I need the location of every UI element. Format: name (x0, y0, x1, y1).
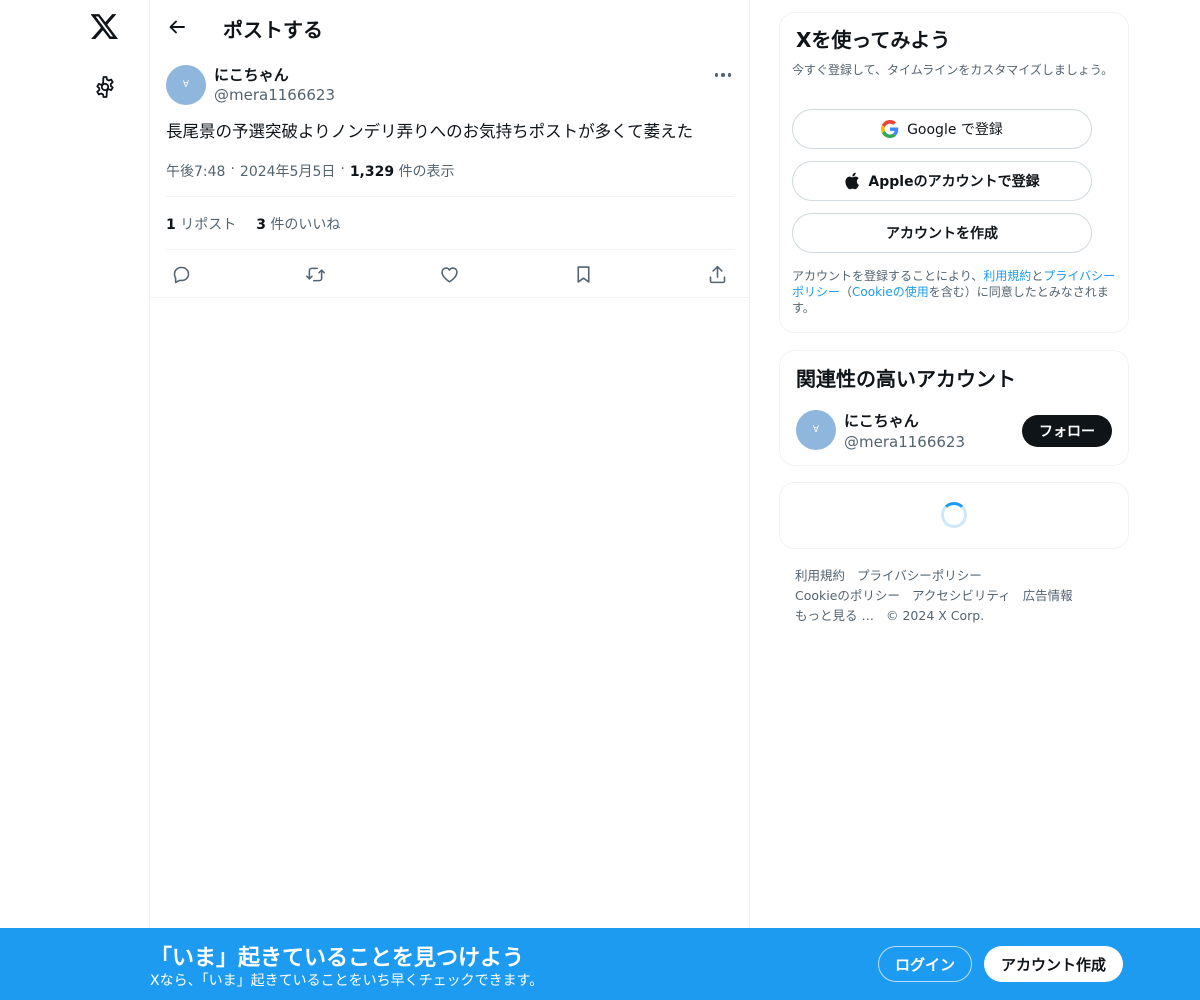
avatar[interactable]: ∀ (166, 65, 206, 105)
x-logo-icon[interactable] (80, 2, 130, 52)
banner-subtitle: Xなら、「いま」起きていることをいち早くチェックできます。 (150, 973, 544, 989)
arrow-left-icon (169, 20, 185, 34)
relevant-accounts-card: 関連性の高いアカウント ∀ にこちゃん @mera1166623 フォロー (779, 350, 1129, 466)
repost-button[interactable] (296, 255, 334, 293)
relevant-accounts-title: 関連性の高いアカウント (796, 367, 1016, 391)
divider (150, 297, 750, 298)
post-date[interactable]: 2024年5月5日 (240, 161, 335, 181)
footer-links: 利用規約 プライバシーポリシー Cookieのポリシー アクセシビリティ 広告情報 も… (795, 566, 1115, 626)
apple-logo-icon (845, 172, 860, 190)
post-time[interactable]: 午後7:48 (166, 161, 225, 181)
google-logo-icon (881, 120, 899, 138)
more-options-button[interactable] (706, 62, 740, 88)
legal-text: アカウントを登録することにより、利用規約とプライバシーポリシー（Cookieの使… (792, 268, 1122, 316)
meta-separator: · (230, 161, 235, 177)
gear-icon[interactable] (80, 62, 130, 112)
repost-icon (305, 267, 325, 281)
google-signup-label: Google で登録 (907, 122, 1003, 138)
reply-button[interactable] (162, 255, 200, 293)
terms-link[interactable]: 利用規約 (983, 269, 1031, 283)
signup-card-description: 今すぐ登録して、タイムラインをカスタマイズしましょう。 (792, 63, 1114, 77)
footer-link-accessibility[interactable]: アクセシビリティ (912, 588, 1011, 603)
avatar[interactable]: ∀ (796, 410, 836, 450)
legal-text-part: （ (840, 285, 853, 299)
divider (166, 249, 734, 250)
footer-link-more[interactable]: もっと見る … (795, 608, 874, 623)
legal-text-part: アカウントを登録することにより、 (792, 269, 984, 283)
main-column: ポストする ∀ にこちゃん @mera1166623 長尾景の予選突破よりノンデ… (149, 0, 750, 1000)
account-handle[interactable]: @mera1166623 (844, 433, 965, 451)
bookmark-icon (576, 265, 590, 283)
avatar-mark: ∀ (182, 80, 190, 90)
likes-label: 件のいいね (270, 217, 341, 233)
like-button[interactable] (430, 255, 468, 293)
page-title: ポストする (223, 18, 323, 42)
reposts-stat[interactable]: 1 リポスト (166, 214, 236, 234)
like-icon (440, 266, 458, 283)
footer-link-ads[interactable]: 広告情報 (1023, 588, 1073, 603)
signup-card-title: Xを使ってみよう (796, 28, 951, 52)
share-icon (709, 265, 725, 283)
account-name[interactable]: にこちゃん (844, 410, 919, 431)
create-account-label: アカウントを作成 (886, 226, 998, 242)
signup-card: Xを使ってみよう 今すぐ登録して、タイムラインをカスタマイズしましょう。 Goo… (779, 12, 1129, 333)
divider (166, 196, 734, 197)
loading-spinner-icon (941, 502, 967, 528)
author-handle[interactable]: @mera1166623 (214, 86, 335, 104)
signup-banner: 「いま」起きていることを見つけよう Xなら、「いま」起きていることをいち早くチェ… (0, 928, 1200, 1000)
signup-button[interactable]: アカウント作成 (984, 946, 1123, 982)
views-count: 1,329 件の表示 (350, 161, 455, 181)
apple-signup-label: Appleのアカウントで登録 (868, 174, 1040, 190)
more-dot-icon (721, 73, 725, 77)
legal-text-part: と (1031, 269, 1044, 283)
create-account-button[interactable]: アカウントを作成 (792, 213, 1092, 253)
more-dot-icon (714, 73, 719, 77)
banner-title: 「いま」起きていることを見つけよう (150, 946, 525, 971)
footer-link-privacy[interactable]: プライバシーポリシー (857, 568, 982, 583)
apple-signup-button[interactable]: Appleのアカウントで登録 (792, 161, 1092, 201)
reposts-count: 1 (166, 217, 176, 233)
post-stats: 1 リポスト 3 件のいいね (166, 214, 340, 234)
post-actions (150, 255, 750, 293)
share-button[interactable] (698, 255, 736, 293)
google-signup-button[interactable]: Google で登録 (792, 109, 1092, 149)
post-header: ポストする (150, 0, 750, 53)
likes-stat[interactable]: 3 件のいいね (256, 214, 340, 234)
more-dot-icon (727, 73, 732, 77)
follow-button[interactable]: フォロー (1022, 415, 1112, 447)
meta-separator: · (340, 161, 345, 177)
footer-link-cookies[interactable]: Cookieのポリシー (795, 588, 900, 603)
login-button[interactable]: ログイン (878, 946, 972, 982)
left-rail (0, 0, 150, 1000)
author-name[interactable]: にこちゃん (214, 64, 289, 85)
bookmark-button[interactable] (564, 255, 602, 293)
views-label: 件の表示 (398, 164, 455, 180)
post-text: 長尾景の予選突破よりノンデリ弄りへのお気持ちポストが多くて萎えた (166, 122, 694, 141)
likes-count: 3 (256, 217, 266, 233)
avatar-mark: ∀ (812, 425, 820, 435)
post-meta: 午後7:48 · 2024年5月5日 · 1,329 件の表示 (166, 161, 455, 181)
reposts-label: リポスト (180, 217, 237, 233)
back-button[interactable] (160, 10, 194, 44)
copyright: © 2024 X Corp. (885, 608, 985, 623)
footer-link-terms[interactable]: 利用規約 (795, 568, 845, 583)
reply-icon (173, 266, 189, 283)
loading-card (779, 482, 1129, 549)
views-number: 1,329 (349, 164, 395, 180)
cookie-use-link[interactable]: Cookieの使用 (852, 285, 929, 299)
